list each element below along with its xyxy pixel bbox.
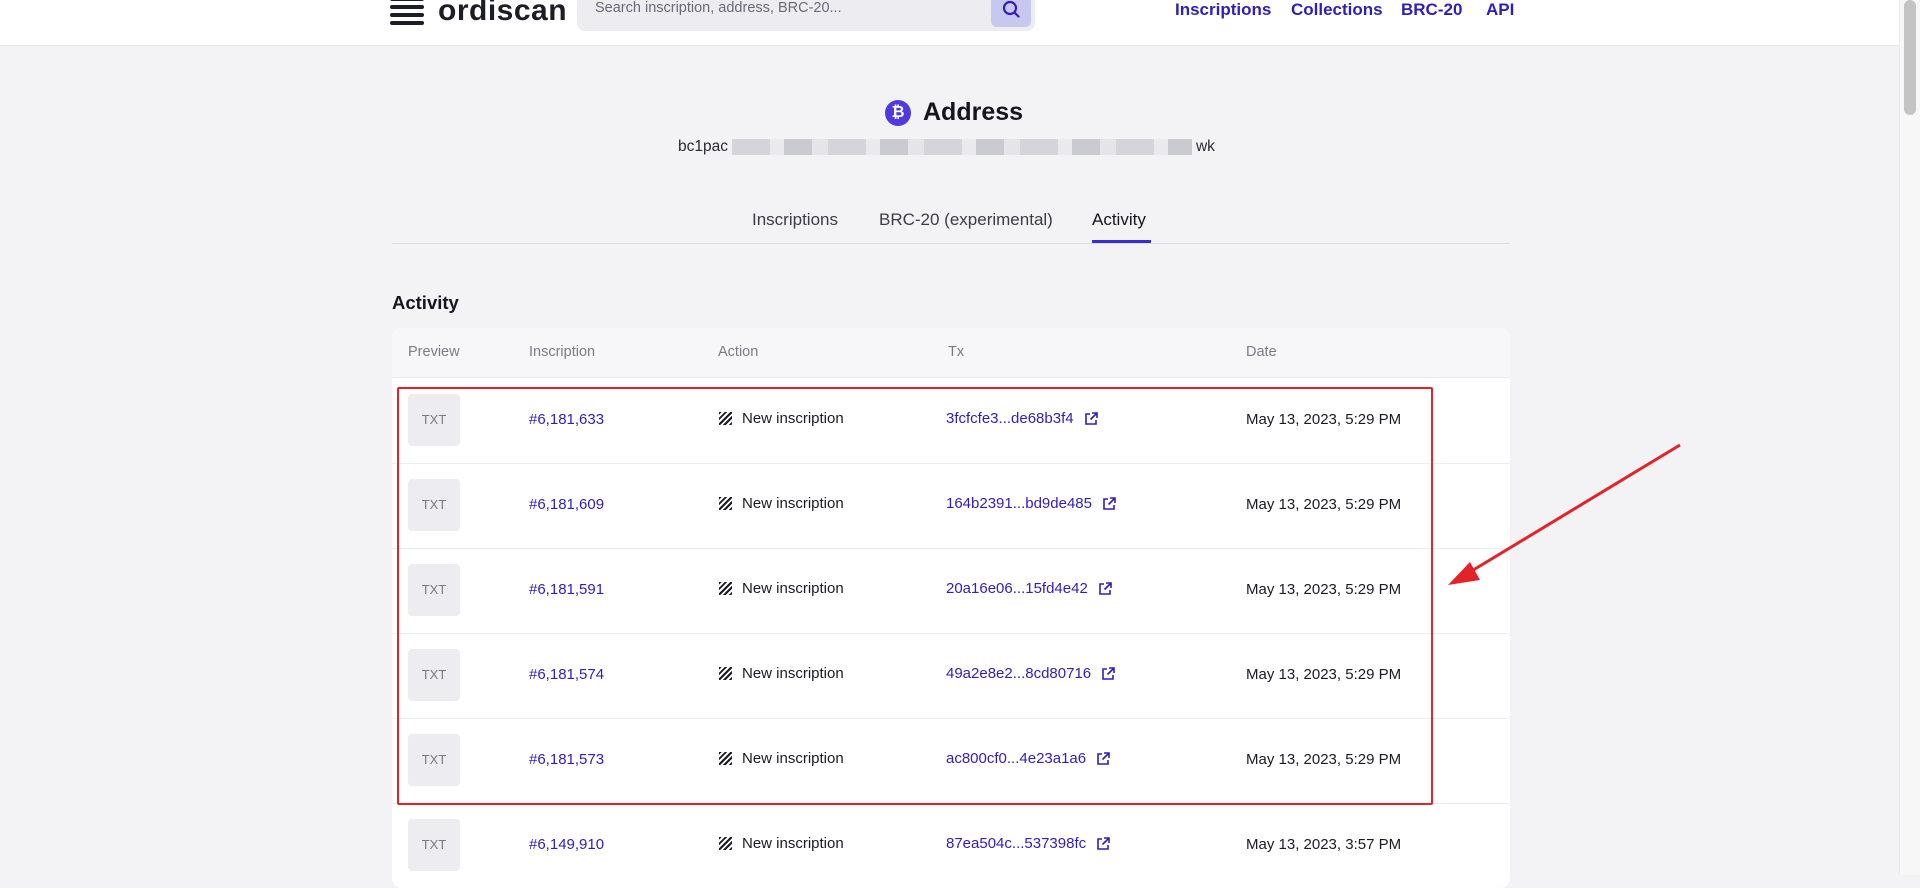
annotation-arrow-icon <box>1448 443 1681 585</box>
nav-inscriptions[interactable]: Inscriptions <box>1175 0 1271 20</box>
address-redacted <box>731 139 1192 155</box>
bitcoin-icon: ₿ <box>885 99 911 126</box>
scrollbar[interactable] <box>1899 0 1920 875</box>
logo[interactable]: ordiscan <box>390 0 567 28</box>
table-row: TXT #6,149,910 New inscription 87ea504c.… <box>392 803 1510 888</box>
search-input[interactable]: Search inscription, address, BRC-20... <box>577 0 1035 31</box>
tx-link[interactable]: 87ea504c...537398fc <box>946 835 1111 852</box>
column-header-tx: Tx <box>948 344 965 360</box>
column-header-action: Action <box>718 344 759 360</box>
address-prefix: bc1pac <box>678 138 728 155</box>
address-suffix: wk <box>1195 138 1215 155</box>
logo-text: ordiscan <box>438 0 568 27</box>
address-header: ₿ Address <box>885 98 1023 127</box>
date-cell: May 13, 2023, 3:57 PM <box>1246 836 1402 853</box>
nav-api[interactable]: API <box>1486 0 1514 20</box>
ordiscan-logo-icon <box>390 0 424 28</box>
page-title: Address <box>923 98 1024 126</box>
highlight-box <box>397 387 1433 805</box>
external-link-icon <box>1097 836 1110 850</box>
top-bar: ordiscan Search inscription, address, BR… <box>0 0 1900 46</box>
active-tab-indicator <box>1092 240 1151 243</box>
nav-brc20[interactable]: BRC-20 <box>1401 0 1462 20</box>
tab-activity[interactable]: Activity <box>1092 210 1146 230</box>
tab-brc20[interactable]: BRC-20 (experimental) <box>879 210 1053 230</box>
action-cell: New inscription <box>719 835 844 852</box>
search-button[interactable] <box>991 0 1031 27</box>
inscription-action-icon <box>719 837 732 850</box>
tab-inscriptions[interactable]: Inscriptions <box>752 210 838 230</box>
tabs-divider <box>392 243 1510 244</box>
inscription-preview[interactable]: TXT <box>408 819 460 871</box>
search-placeholder: Search inscription, address, BRC-20... <box>595 0 842 16</box>
inscription-link[interactable]: #6,149,910 <box>529 836 604 853</box>
address-value: bc1pac wk <box>678 138 1215 156</box>
nav-collections[interactable]: Collections <box>1291 0 1383 20</box>
column-header-inscription: Inscription <box>529 344 596 360</box>
search-icon <box>1002 0 1020 18</box>
column-header-preview: Preview <box>408 344 460 360</box>
table-header: Preview Inscription Action Tx Date <box>392 328 1510 378</box>
section-title: Activity <box>392 292 459 313</box>
scrollbar-thumb[interactable] <box>1904 0 1916 115</box>
column-header-date: Date <box>1246 344 1277 360</box>
